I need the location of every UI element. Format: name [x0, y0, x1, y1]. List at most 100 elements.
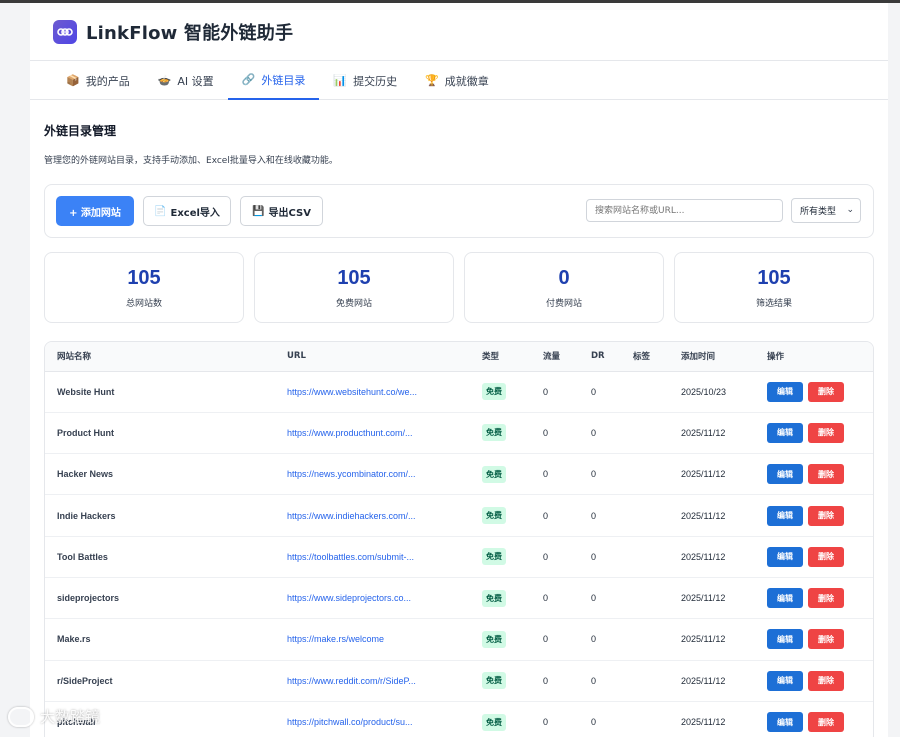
stat-filter-results: 105 筛选结果 [674, 252, 874, 323]
tab-achievements[interactable]: 🏆 成就徽章 [411, 61, 503, 100]
site-url-link[interactable]: https://www.sideprojectors.co... [287, 577, 482, 620]
edit-button[interactable]: 编辑 [767, 381, 803, 402]
table-row: Product Hunt https://www.producthunt.com/… [45, 412, 873, 455]
delete-button[interactable]: 删除 [808, 629, 844, 650]
delete-button[interactable]: 删除 [808, 670, 844, 691]
actions-cell: 编辑 删除 [767, 618, 873, 661]
delete-button[interactable]: 删除 [808, 422, 844, 443]
tags-value [633, 536, 681, 578]
tab-submission-history[interactable]: 📊 提交历史 [319, 61, 411, 100]
type-cell: 免费 [482, 536, 543, 578]
traffic-value: 0 [543, 536, 591, 578]
col-header-url[interactable]: URL [287, 342, 482, 372]
edit-button[interactable]: 编辑 [767, 588, 803, 609]
delete-button[interactable]: 删除 [808, 712, 844, 733]
tab-label: 我的产品 [85, 74, 130, 88]
search-input[interactable] [586, 199, 783, 222]
add-site-button[interactable]: + 添加网站 [56, 196, 134, 226]
traffic-value: 0 [543, 494, 591, 537]
site-name: Website Hunt [45, 371, 287, 413]
delete-button[interactable]: 删除 [808, 381, 844, 402]
type-badge: 免费 [482, 713, 506, 731]
site-url-link[interactable]: https://make.rs/welcome [287, 618, 482, 661]
tab-label: AI 设置 [177, 74, 214, 88]
tags-value [633, 371, 681, 413]
pot-icon: 🍲 [157, 74, 172, 87]
tab-backlink-directory[interactable]: 🔗 外链目录 [227, 61, 320, 100]
edit-button[interactable]: 编辑 [767, 464, 803, 485]
site-url-link[interactable]: https://news.ycombinator.com/... [287, 453, 482, 496]
site-name: Tool Battles [45, 536, 287, 578]
dr-value: 0 [591, 371, 633, 413]
edit-button[interactable]: 编辑 [767, 629, 803, 650]
edit-button[interactable]: 编辑 [767, 505, 803, 526]
type-badge: 免费 [482, 672, 506, 690]
traffic-value: 0 [543, 660, 591, 702]
tab-my-products[interactable]: 📦 我的产品 [52, 61, 144, 100]
site-url-link[interactable]: https://www.websitehunt.co/we... [287, 371, 482, 413]
added-date: 2025/11/12 [681, 701, 767, 737]
site-url-link[interactable]: https://www.producthunt.com/... [287, 412, 482, 455]
site-url-link[interactable]: https://pitchwall.co/product/su... [287, 701, 482, 737]
type-badge: 免费 [482, 465, 506, 483]
site-name: Make.rs [45, 618, 287, 661]
traffic-value: 0 [543, 577, 591, 620]
app-window: LinkFlow 智能外链助手 📦 我的产品 🍲 AI 设置 🔗 外链目录 📊 … [30, 3, 888, 737]
stat-total-sites: 105 总网站数 [44, 252, 244, 323]
col-header-traffic[interactable]: 流量 [543, 342, 591, 372]
added-date: 2025/10/23 [681, 371, 767, 413]
type-badge: 免费 [482, 424, 506, 442]
actions-cell: 编辑 删除 [767, 412, 873, 455]
edit-button[interactable]: 编辑 [767, 712, 803, 733]
col-header-actions: 操作 [767, 342, 873, 372]
excel-import-button[interactable]: 📄 Excel导入 [143, 196, 231, 226]
delete-button[interactable]: 删除 [808, 505, 844, 526]
site-url-link[interactable]: https://www.indiehackers.com/... [287, 494, 482, 537]
site-name: Indie Hackers [45, 494, 287, 537]
col-header-dr[interactable]: DR [591, 342, 633, 372]
type-badge: 免费 [482, 383, 506, 401]
col-header-tags[interactable]: 标签 [633, 342, 681, 372]
export-csv-button[interactable]: 💾 导出CSV [240, 196, 323, 226]
bar-chart-icon: 📊 [333, 74, 348, 87]
tab-label: 提交历史 [353, 74, 398, 88]
tab-ai-settings[interactable]: 🍲 AI 设置 [144, 61, 228, 100]
main-content: 外链目录管理 管理您的外链网站目录，支持手动添加、Excel批量导入和在线收藏功… [30, 122, 888, 737]
added-date: 2025/11/12 [681, 660, 767, 702]
type-filter-select[interactable]: 所有类型 ⌄ [791, 198, 861, 223]
added-date: 2025/11/12 [681, 494, 767, 537]
type-badge: 免费 [482, 548, 506, 566]
added-date: 2025/11/12 [681, 536, 767, 578]
link-icon: 🔗 [241, 73, 256, 86]
edit-button[interactable]: 编辑 [767, 546, 803, 567]
row-actions: 编辑 删除 [767, 422, 844, 443]
dr-value: 0 [591, 536, 633, 578]
delete-button[interactable]: 删除 [808, 464, 844, 485]
row-actions: 编辑 删除 [767, 629, 844, 650]
section-title: 外链目录管理 [44, 124, 117, 138]
actions-cell: 编辑 删除 [767, 701, 873, 737]
col-header-date[interactable]: 添加时间 [681, 342, 767, 372]
site-url-link[interactable]: https://www.reddit.com/r/SideP... [287, 660, 482, 702]
delete-button[interactable]: 删除 [808, 546, 844, 567]
stats-row: 105 总网站数 105 免费网站 0 付费网站 105 筛选结果 [44, 252, 874, 323]
actions-cell: 编辑 删除 [767, 494, 873, 537]
stat-value: 105 [337, 266, 371, 289]
edit-button[interactable]: 编辑 [767, 670, 803, 691]
watermark-text: 大数踏镜 [40, 708, 101, 726]
type-cell: 免费 [482, 453, 543, 496]
watermark: 大数踏镜 [8, 706, 100, 727]
edit-button[interactable]: 编辑 [767, 422, 803, 443]
added-date: 2025/11/12 [681, 412, 767, 455]
site-name: r/SideProject [45, 660, 287, 702]
dr-value: 0 [591, 618, 633, 661]
stat-paid-sites: 0 付费网站 [464, 252, 664, 323]
link-logo-icon [53, 19, 77, 44]
col-header-name[interactable]: 网站名称 [45, 342, 287, 372]
col-header-type[interactable]: 类型 [482, 342, 543, 372]
site-name: sideprojectors [45, 577, 287, 620]
dr-value: 0 [591, 494, 633, 537]
site-url-link[interactable]: https://toolbattles.com/submit-... [287, 536, 482, 578]
table-body: Website Hunt https://www.websitehunt.co/w… [45, 371, 873, 737]
delete-button[interactable]: 删除 [808, 588, 844, 609]
